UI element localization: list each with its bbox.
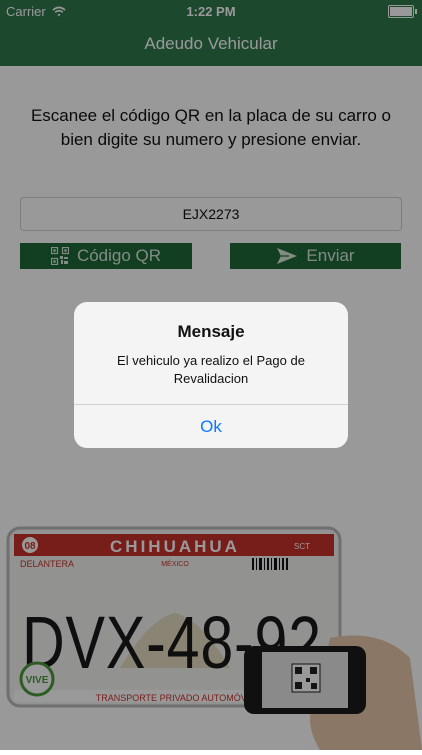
alert-message: El vehiculo ya realizo el Pago de Revali… [117,353,305,386]
alert-dialog: Mensaje El vehiculo ya realizo el Pago d… [74,302,348,448]
ok-button[interactable]: Ok [74,405,348,448]
alert-title: Mensaje [177,322,245,341]
